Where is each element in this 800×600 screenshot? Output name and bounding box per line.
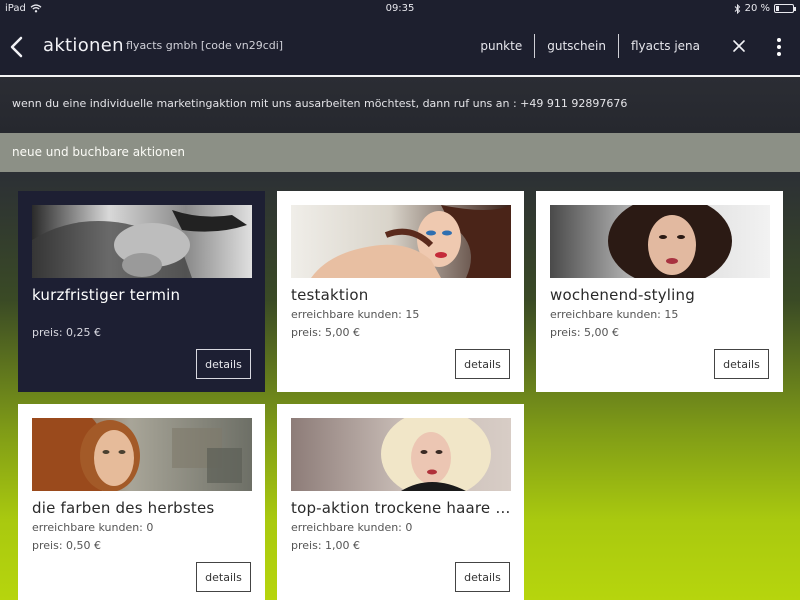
card-price: preis: 1,00 € <box>291 539 360 552</box>
card-title: wochenend-styling <box>550 286 695 304</box>
page-title: aktionen <box>43 35 124 56</box>
card-customers: erreichbare kunden: 0 <box>32 521 153 534</box>
customers-label: erreichbare kunden: <box>550 308 661 321</box>
details-button[interactable]: details <box>455 562 510 592</box>
nav-punkte[interactable]: punkte <box>480 34 534 58</box>
card-title: kurzfristiger termin <box>32 286 181 304</box>
customers-value: 15 <box>664 308 679 321</box>
curly-hair-photo <box>550 205 770 278</box>
card-price: preis: 0,25 € <box>32 326 101 339</box>
card-title: die farben des herbstes <box>32 499 215 517</box>
customers-value: 15 <box>405 308 420 321</box>
price-label: preis: <box>291 326 322 339</box>
info-bar: wenn du eine individuelle marketingaktio… <box>0 77 800 133</box>
details-button[interactable]: details <box>714 349 769 379</box>
price-value: 5,00 € <box>325 326 361 339</box>
hair-model-photo <box>291 205 511 278</box>
customers-value: 0 <box>405 521 413 534</box>
action-card-testaktion[interactable]: testaktion erreichbare kunden: 15 preis:… <box>277 191 524 392</box>
more-vertical-icon[interactable] <box>774 37 784 57</box>
app-header: aktionen flyacts gmbh [code vn29cdi] pun… <box>0 18 800 76</box>
status-time: 09:35 <box>385 3 415 14</box>
price-label: preis: <box>32 326 63 339</box>
battery-icon <box>774 4 796 13</box>
hair-wash-photo <box>32 205 252 278</box>
status-right: 20 % <box>734 3 796 14</box>
blonde-curls-photo <box>291 418 511 491</box>
price-value: 5,00 € <box>584 326 620 339</box>
details-button[interactable]: details <box>196 349 251 379</box>
header-nav: punkte gutschein flyacts jena <box>480 34 712 58</box>
card-price: preis: 0,50 € <box>32 539 101 552</box>
card-price: preis: 5,00 € <box>291 326 360 339</box>
action-card-wochenend-styling[interactable]: wochenend-styling erreichbare kunden: 15… <box>536 191 783 392</box>
card-customers: erreichbare kunden: 15 <box>550 308 678 321</box>
bluetooth-icon <box>734 3 740 14</box>
section-header: neue und buchbare aktionen <box>0 133 800 172</box>
nav-flyacts-jena[interactable]: flyacts jena <box>617 34 712 58</box>
price-value: 0,25 € <box>66 326 102 339</box>
card-title: testaktion <box>291 286 369 304</box>
card-customers: erreichbare kunden: 0 <box>291 521 412 534</box>
details-button[interactable]: details <box>455 349 510 379</box>
customers-value: 0 <box>146 521 154 534</box>
price-label: preis: <box>291 539 322 552</box>
nav-gutschein[interactable]: gutschein <box>534 34 618 58</box>
card-title: top-aktion trockene haare im... <box>291 499 514 517</box>
action-card-top-aktion[interactable]: top-aktion trockene haare im... erreichb… <box>277 404 524 600</box>
info-text: wenn du eine individuelle marketingaktio… <box>12 97 628 110</box>
price-label: preis: <box>32 539 63 552</box>
red-hair-photo <box>32 418 252 491</box>
price-value: 0,50 € <box>66 539 102 552</box>
customers-label: erreichbare kunden: <box>291 521 402 534</box>
status-bar: iPad 09:35 20 % <box>0 0 800 18</box>
price-label: preis: <box>550 326 581 339</box>
close-icon[interactable] <box>732 39 746 53</box>
customers-label: erreichbare kunden: <box>291 308 402 321</box>
company-subtitle: flyacts gmbh [code vn29cdi] <box>126 39 284 52</box>
battery-percent: 20 % <box>744 3 770 14</box>
section-title: neue und buchbare aktionen <box>12 145 185 159</box>
action-card-farben-des-herbstes[interactable]: die farben des herbstes erreichbare kund… <box>18 404 265 600</box>
details-button[interactable]: details <box>196 562 251 592</box>
card-price: preis: 5,00 € <box>550 326 619 339</box>
customers-label: erreichbare kunden: <box>32 521 143 534</box>
card-customers: erreichbare kunden: 15 <box>291 308 419 321</box>
action-card-kurzfristiger-termin[interactable]: kurzfristiger termin preis: 0,25 € detai… <box>18 191 265 392</box>
back-arrow-icon[interactable] <box>8 36 26 58</box>
price-value: 1,00 € <box>325 539 361 552</box>
